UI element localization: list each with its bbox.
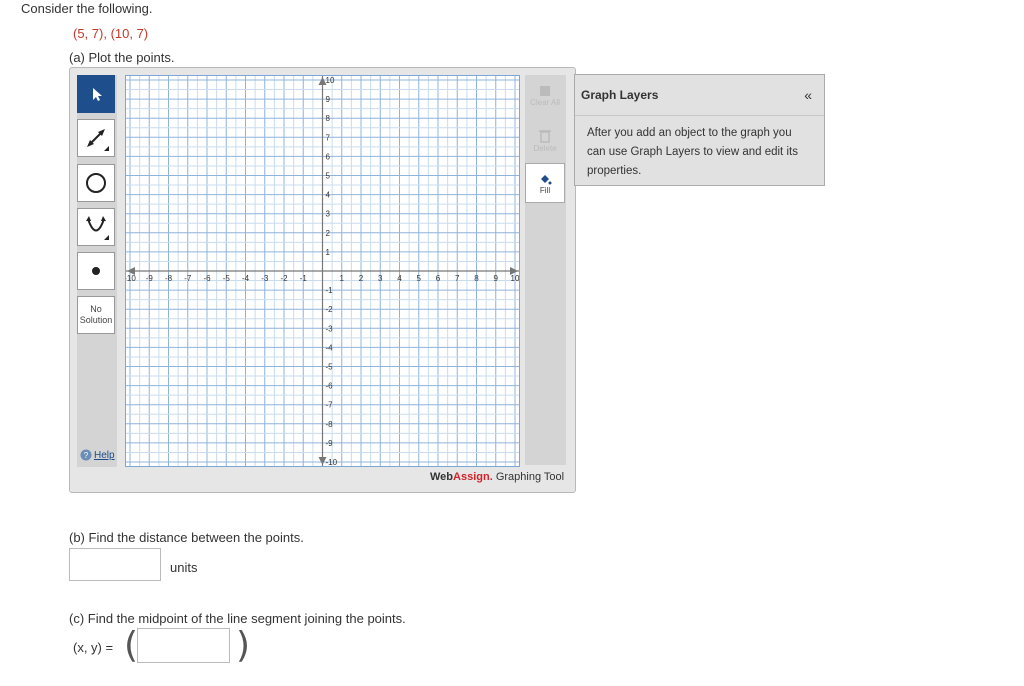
close-paren: ) bbox=[236, 625, 251, 666]
y-tick-label: 7 bbox=[326, 133, 331, 142]
brand-web: Web bbox=[430, 471, 454, 483]
y-tick-label: 6 bbox=[326, 152, 331, 161]
x-tick-label: 6 bbox=[436, 274, 441, 283]
coordinate-grid[interactable]: -10 -9 -8 -7 -6 -5 -4 -3 -2 -1 1 2 3 4 5 6 7 8 9 10 -10 -9 -8 -… bbox=[124, 76, 520, 467]
clear-all-button[interactable]: Clear All bbox=[525, 75, 565, 115]
paint-bucket-icon bbox=[541, 174, 552, 184]
help-icon: ? bbox=[80, 449, 92, 461]
point-icon bbox=[92, 267, 100, 275]
clear-all-icon bbox=[540, 85, 550, 96]
y-tick-label: 5 bbox=[326, 172, 331, 181]
graph-layers-description: After you add an object to the graph you… bbox=[587, 127, 798, 177]
x-tick-label: -2 bbox=[280, 274, 288, 283]
distance-input[interactable] bbox=[69, 548, 161, 581]
y-tick-label: -4 bbox=[326, 343, 334, 352]
x-tick-label: -7 bbox=[184, 274, 192, 283]
x-tick-label: -8 bbox=[165, 274, 173, 283]
y-tick-label: -5 bbox=[326, 363, 334, 372]
delete-label: Delete bbox=[533, 143, 557, 153]
part-c-prompt: (c) Find the midpoint of the line segmen… bbox=[69, 611, 406, 626]
y-tick-label: -1 bbox=[326, 286, 334, 295]
y-tick-label: -9 bbox=[326, 439, 334, 448]
y-tick-label: 2 bbox=[326, 229, 331, 238]
x-tick-label: -6 bbox=[203, 274, 211, 283]
delete-button[interactable]: Delete bbox=[525, 120, 565, 160]
trash-icon bbox=[539, 129, 551, 143]
circle-tool-button[interactable] bbox=[77, 164, 115, 202]
part-a-prompt: (a) Plot the points. bbox=[69, 50, 175, 65]
x-tick-label: 3 bbox=[378, 274, 383, 283]
x-tick-label: 8 bbox=[474, 274, 479, 283]
x-tick-label: 4 bbox=[397, 274, 402, 283]
point-tool-button[interactable] bbox=[77, 252, 115, 290]
x-tick-label: 2 bbox=[359, 274, 364, 283]
x-tick-label: 7 bbox=[455, 274, 460, 283]
fill-label: Fill bbox=[539, 185, 551, 195]
collapse-layers-button[interactable]: « bbox=[804, 87, 812, 103]
y-tick-label: -3 bbox=[326, 324, 334, 333]
fill-button[interactable]: Fill bbox=[525, 163, 565, 203]
svg-text:?: ? bbox=[84, 451, 89, 460]
question-intro: Consider the following. bbox=[21, 1, 153, 16]
help-link[interactable]: ? Help bbox=[80, 449, 115, 461]
no-solution-line1: No bbox=[90, 304, 102, 314]
x-tick-label: 5 bbox=[417, 274, 422, 283]
y-tick-label: 10 bbox=[326, 76, 335, 85]
x-tick-label: -10 bbox=[126, 274, 136, 283]
pointer-tool-button[interactable] bbox=[77, 75, 115, 113]
y-tick-label: 8 bbox=[326, 114, 331, 123]
parabola-tool-button[interactable] bbox=[77, 208, 115, 246]
tool-column: No Solution bbox=[77, 75, 117, 467]
y-tick-label: -6 bbox=[326, 382, 334, 391]
x-tick-label: -4 bbox=[242, 274, 250, 283]
points-given: (5, 7), (10, 7) bbox=[73, 26, 149, 41]
line-segment-icon bbox=[87, 129, 109, 151]
pointer-icon bbox=[93, 88, 102, 101]
xy-label: (x, y) = bbox=[73, 640, 114, 655]
y-tick-label: 4 bbox=[326, 191, 331, 200]
line-tool-button[interactable] bbox=[77, 119, 115, 157]
help-label: Help bbox=[94, 449, 115, 461]
brand-graphing-tool: Graphing Tool bbox=[492, 471, 565, 483]
part-b-prompt: (b) Find the distance between the points… bbox=[69, 530, 304, 545]
x-tick-label: 9 bbox=[494, 274, 499, 283]
open-paren: ( bbox=[124, 625, 139, 666]
y-tick-label: -8 bbox=[326, 420, 334, 429]
y-tick-label: 9 bbox=[326, 95, 331, 104]
x-tick-label: -5 bbox=[223, 274, 231, 283]
y-tick-label: -7 bbox=[326, 401, 334, 410]
clear-all-label: Clear All bbox=[530, 97, 560, 107]
x-tick-label: 10 bbox=[511, 274, 519, 283]
y-tick-label: 1 bbox=[326, 248, 331, 257]
units-label: units bbox=[170, 560, 198, 575]
x-tick-label: 1 bbox=[340, 274, 345, 283]
x-tick-label: -3 bbox=[261, 274, 269, 283]
webassign-brand: WebAssign. Graphing Tool bbox=[430, 471, 564, 483]
y-tick-label: -10 bbox=[326, 458, 338, 466]
midpoint-input[interactable] bbox=[137, 628, 230, 663]
brand-assign: Assign. bbox=[453, 471, 493, 483]
no-solution-line2: Solution bbox=[79, 315, 113, 325]
y-tick-label: -2 bbox=[326, 305, 334, 314]
circle-icon bbox=[86, 173, 106, 193]
x-tick-label: -1 bbox=[300, 274, 308, 283]
no-solution-button[interactable]: No Solution bbox=[77, 296, 115, 334]
graph-layers-panel: Graph Layers « After you add an object t… bbox=[574, 74, 825, 186]
edit-tool-column: Clear All Delete Fill bbox=[525, 75, 566, 465]
graph-layers-title: Graph Layers bbox=[581, 88, 659, 102]
graph-area[interactable]: -10 -9 -8 -7 -6 -5 -4 -3 -2 -1 1 2 3 4 5 6 7 8 9 10 -10 -9 -8 -… bbox=[124, 75, 520, 467]
parabola-icon bbox=[86, 216, 109, 240]
x-tick-label: -9 bbox=[146, 274, 154, 283]
y-tick-label: 3 bbox=[326, 210, 331, 219]
